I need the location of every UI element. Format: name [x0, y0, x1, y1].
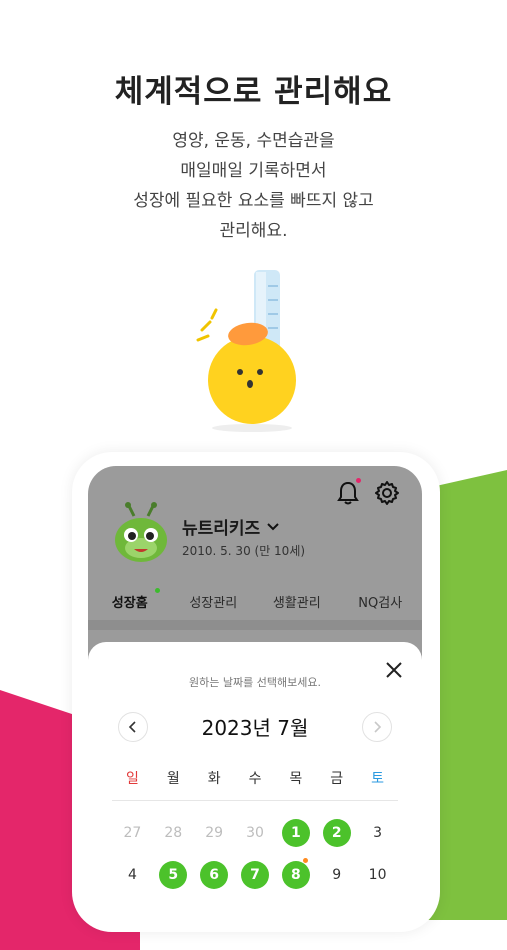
day-number: 27 — [123, 825, 142, 841]
tab-growth-management[interactable]: 성장관리 — [172, 592, 256, 611]
today-indicator-dot — [303, 858, 309, 863]
calendar-week: 27 28 29 30 1 2 3 — [112, 818, 398, 848]
day-number: 2 — [322, 819, 351, 847]
top-icons — [336, 478, 400, 510]
description-line: 성장에 필요한 요소를 빠뜨지 않고 — [133, 191, 374, 211]
chevron-down-icon — [267, 522, 279, 530]
day-number: 3 — [373, 825, 383, 841]
gear-icon[interactable] — [374, 480, 400, 510]
day-number: 29 — [205, 825, 224, 841]
next-month-button[interactable] — [362, 712, 392, 742]
tab-label: 생활관리 — [272, 596, 321, 611]
date-picker-sheet: 원하는 날짜를 선택해보세요. 2023년 7월 일 월 화 수 목 금 토 2… — [88, 642, 422, 916]
profile-name: 뉴트리키즈 — [182, 519, 261, 539]
day-number: 28 — [164, 825, 183, 841]
calendar-day-recorded[interactable]: 5 — [153, 860, 194, 890]
day-number: 30 — [246, 825, 264, 841]
weekday-label: 금 — [330, 771, 344, 787]
calendar-day[interactable]: 27 — [112, 818, 153, 848]
chevron-right-icon — [374, 721, 382, 733]
calendar-day[interactable]: 29 — [194, 818, 235, 848]
weekday-label: 화 — [207, 771, 221, 787]
calendar-day-today[interactable]: 8 — [275, 858, 316, 890]
date-picker-hint: 원하는 날짜를 선택해보세요. — [189, 676, 321, 689]
description-line: 영양, 운동, 수면습관을 — [172, 131, 335, 151]
calendar-week: 4 5 6 7 8 9 10 — [112, 858, 398, 890]
calendar-day[interactable]: 3 — [357, 818, 398, 848]
bell-icon[interactable] — [336, 478, 361, 510]
calendar-day[interactable]: 28 — [153, 818, 194, 848]
weekday-header: 일 월 화 수 목 금 토 — [112, 768, 398, 788]
weekday-label: 토 — [371, 771, 385, 787]
day-number: 4 — [127, 867, 137, 883]
weekday-label: 월 — [166, 771, 180, 787]
day-number: 10 — [368, 867, 387, 883]
tab-indicator-dot — [154, 588, 160, 593]
description-line: 관리해요. — [219, 221, 288, 241]
page-description: 영양, 운동, 수면습관을 매일매일 기록하면서 성장에 필요한 요소를 빠뜨지… — [0, 126, 507, 246]
calendar-day[interactable]: 30 — [235, 818, 276, 848]
tab-divider — [88, 620, 422, 630]
calendar-day[interactable]: 10 — [357, 860, 398, 890]
profile-birth: 2010. 5. 30 (만 10세) — [182, 544, 306, 558]
tab-growth-home[interactable]: 성장홈 — [88, 588, 172, 611]
weekday-label: 수 — [248, 771, 262, 787]
page-headline: 체계적으로 관리해요 — [114, 74, 393, 110]
day-number: 5 — [159, 861, 188, 889]
day-number: 9 — [332, 867, 342, 883]
tab-bar: 성장홈 성장관리 생활관리 NQ검사 — [88, 588, 423, 611]
day-number: 1 — [281, 819, 310, 847]
weekday-divider — [112, 800, 398, 801]
calendar-day-recorded[interactable]: 2 — [316, 818, 357, 848]
day-number: 6 — [200, 861, 229, 889]
app-screen: 뉴트리키즈 2010. 5. 30 (만 10세) 성장홈 성장관리 생활관리 … — [88, 466, 422, 916]
mascot-illustration — [196, 270, 296, 432]
calendar-day-recorded[interactable]: 1 — [275, 818, 316, 848]
tab-label: NQ검사 — [358, 596, 403, 611]
calendar-day[interactable]: 4 — [112, 860, 153, 890]
profile-name-row[interactable]: 뉴트리키즈 — [182, 514, 280, 539]
tab-label: 성장홈 — [111, 596, 148, 611]
weekday-label: 일 — [125, 771, 139, 787]
tab-label: 성장관리 — [189, 596, 238, 611]
month-navigator: 2023년 7월 — [88, 708, 422, 742]
tab-life-management[interactable]: 생활관리 — [255, 592, 339, 611]
calendar-day-recorded[interactable]: 7 — [235, 860, 276, 890]
notification-dot — [356, 478, 361, 483]
calendar-day[interactable]: 9 — [316, 860, 357, 890]
calendar-day-recorded[interactable]: 6 — [194, 860, 235, 890]
tab-nq-test[interactable]: NQ검사 — [339, 592, 423, 611]
weekday-label: 목 — [289, 771, 303, 787]
avatar — [115, 502, 167, 562]
description-line: 매일매일 기록하면서 — [180, 161, 327, 181]
day-number: 7 — [241, 861, 269, 889]
day-number: 8 — [281, 861, 310, 889]
